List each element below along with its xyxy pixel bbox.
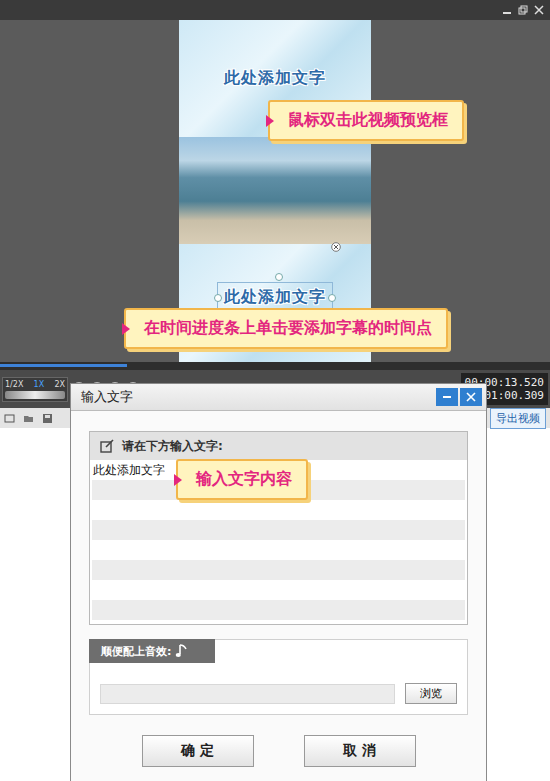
save-icon[interactable] [42, 413, 53, 424]
text-line[interactable] [92, 600, 465, 620]
sound-label: 顺便配上音效: [89, 639, 215, 663]
text-line[interactable] [92, 580, 465, 600]
section-header: 请在下方输入文字: [90, 432, 467, 460]
progress-fill [0, 364, 127, 367]
close-icon[interactable] [534, 5, 544, 15]
dialog-minimize[interactable] [436, 388, 458, 406]
speed-control[interactable]: 1/2X 1X 2X [2, 377, 68, 402]
callout: 输入文字内容 [176, 459, 308, 500]
speed-option[interactable]: 1X [34, 380, 45, 389]
prompt-label: 请在下方输入文字: [122, 438, 223, 455]
sound-section: 顺便配上音效: 浏览 [89, 639, 468, 715]
minimize-icon[interactable] [502, 5, 512, 15]
text-line[interactable] [92, 540, 465, 560]
speed-slider[interactable] [5, 391, 65, 399]
rotate-handle[interactable] [275, 273, 283, 281]
callout: 在时间进度条上单击要添加字幕的时间点 [124, 308, 448, 349]
text-line[interactable] [92, 520, 465, 540]
dialog-button[interactable]: 确 定 [142, 735, 254, 767]
title-bar [0, 0, 550, 20]
video-frame [179, 137, 371, 244]
folder-icon[interactable] [23, 413, 34, 424]
callout: 鼠标双击此视频预览框 [268, 100, 464, 141]
minimize-icon[interactable] [442, 392, 452, 402]
subtitle-icon[interactable] [4, 413, 15, 424]
input-dialog: 输入文字请在下方输入文字:此处添加文字顺便配上音效:浏览确 定取 消 [70, 383, 487, 781]
dialog-close[interactable] [460, 388, 482, 406]
dialog-button[interactable]: 取 消 [304, 735, 416, 767]
close-icon[interactable] [466, 392, 476, 402]
music-note-icon [175, 643, 189, 659]
top-caption[interactable]: 此处添加文字 [224, 68, 326, 89]
edit-icon [100, 439, 114, 453]
progress-track[interactable] [0, 362, 550, 370]
app-window: 此处添加文字此处添加文字1/2X1X2X00:00:13.52001:00.30… [0, 0, 550, 781]
left-handle[interactable] [214, 294, 222, 302]
right-handle[interactable] [328, 294, 336, 302]
restore-icon[interactable] [518, 5, 528, 15]
speed-option[interactable]: 1/2X [5, 380, 23, 389]
dialog-title-bar: 输入文字 [71, 384, 486, 411]
bottom-caption[interactable]: 此处添加文字 [224, 287, 326, 308]
text-line[interactable] [92, 500, 465, 520]
dialog-title: 输入文字 [81, 388, 133, 406]
browse-button[interactable]: 浏览 [405, 683, 457, 704]
text-line[interactable] [92, 560, 465, 580]
delete-icon[interactable] [331, 242, 341, 252]
sound-path-field[interactable] [100, 684, 395, 704]
speed-option[interactable]: 2X [54, 380, 65, 389]
export-button[interactable]: 导出视频 [490, 408, 546, 429]
